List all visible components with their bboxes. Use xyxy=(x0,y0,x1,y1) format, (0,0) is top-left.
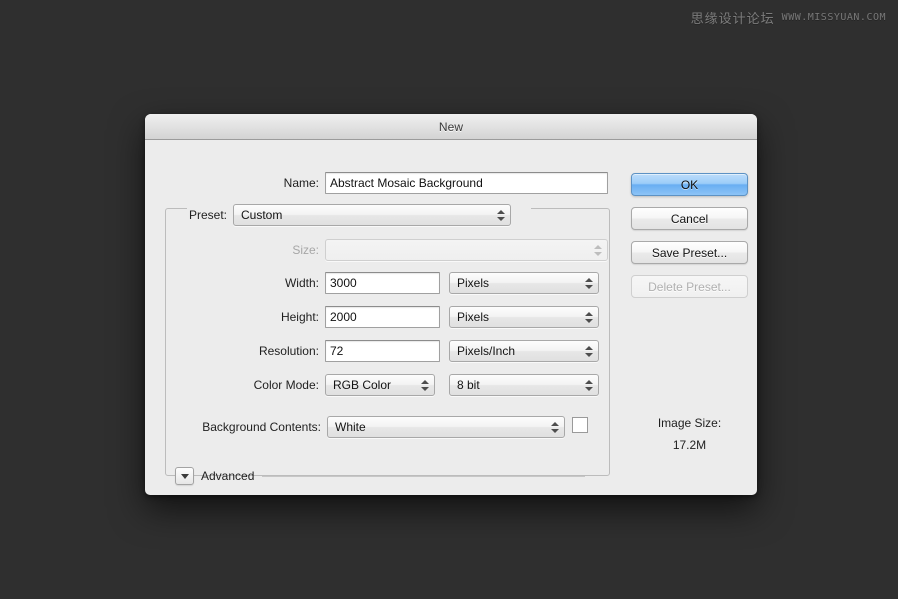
color-mode-dropdown[interactable]: RGB Color xyxy=(325,374,435,396)
resolution-input[interactable]: 72 xyxy=(325,340,440,362)
cancel-button-label: Cancel xyxy=(671,212,708,226)
width-unit-dropdown[interactable]: Pixels xyxy=(449,272,599,294)
preset-row: Preset: Custom xyxy=(185,204,608,226)
width-row: Width: 3000 Pixels xyxy=(273,272,608,294)
new-document-dialog: New Name: Abstract Mosaic Background Pre… xyxy=(145,114,757,495)
dialog-title: New xyxy=(439,120,463,134)
delete-preset-button-label: Delete Preset... xyxy=(648,280,731,294)
height-input[interactable]: 2000 xyxy=(325,306,440,328)
size-dropdown xyxy=(325,239,608,261)
stepper-arrows-icon xyxy=(584,377,593,393)
image-size-readout: Image Size: 17.2M xyxy=(631,412,748,456)
save-preset-button-label: Save Preset... xyxy=(652,246,727,260)
stepper-arrows-icon xyxy=(496,207,505,223)
resolution-unit-dropdown[interactable]: Pixels/Inch xyxy=(449,340,599,362)
height-unit-dropdown[interactable]: Pixels xyxy=(449,306,599,328)
watermark: 思缘设计论坛 WWW.MISSYUAN.COM xyxy=(691,8,886,27)
watermark-chinese-text: 思缘设计论坛 xyxy=(691,8,775,27)
background-contents-dropdown[interactable]: White xyxy=(327,416,565,438)
name-input[interactable]: Abstract Mosaic Background xyxy=(325,172,608,194)
background-contents-row: Background Contents: White xyxy=(175,416,565,438)
stepper-arrows-icon xyxy=(584,343,593,359)
background-color-swatch[interactable] xyxy=(572,417,588,433)
width-label: Width: xyxy=(273,276,319,290)
stepper-arrows-icon xyxy=(550,419,559,435)
resolution-label: Resolution: xyxy=(241,344,319,358)
height-row: Height: 2000 Pixels xyxy=(273,306,608,328)
name-row: Name: Abstract Mosaic Background xyxy=(273,172,608,194)
width-unit-value: Pixels xyxy=(457,276,489,290)
preset-dropdown[interactable]: Custom xyxy=(233,204,511,226)
size-label: Size: xyxy=(273,243,319,257)
height-unit-value: Pixels xyxy=(457,310,489,324)
color-mode-label: Color Mode: xyxy=(241,378,319,392)
color-mode-value: RGB Color xyxy=(333,378,391,392)
disclosure-triangle-icon[interactable] xyxy=(175,467,194,485)
resolution-unit-value: Pixels/Inch xyxy=(457,344,515,358)
image-size-label: Image Size: xyxy=(631,412,748,434)
ok-button-label: OK xyxy=(681,178,698,192)
advanced-divider xyxy=(262,476,585,477)
desktop-background: 思缘设计论坛 WWW.MISSYUAN.COM New Name: Abstra… xyxy=(0,0,898,599)
color-mode-row: Color Mode: RGB Color 8 bit xyxy=(241,374,608,396)
stepper-arrows-icon xyxy=(584,275,593,291)
advanced-section: Advanced xyxy=(175,467,587,485)
name-label: Name: xyxy=(273,176,319,190)
color-depth-value: 8 bit xyxy=(457,378,480,392)
dialog-body: Name: Abstract Mosaic Background Preset:… xyxy=(145,140,757,495)
width-input[interactable]: 3000 xyxy=(325,272,440,294)
ok-button[interactable]: OK xyxy=(631,173,748,196)
save-preset-button[interactable]: Save Preset... xyxy=(631,241,748,264)
size-row: Size: xyxy=(273,239,608,261)
stepper-arrows-icon xyxy=(420,377,429,393)
cancel-button[interactable]: Cancel xyxy=(631,207,748,230)
stepper-arrows-icon xyxy=(593,242,602,258)
preset-dropdown-value: Custom xyxy=(241,208,282,222)
advanced-label: Advanced xyxy=(201,469,254,483)
preset-label: Preset: xyxy=(185,208,227,222)
background-contents-value: White xyxy=(335,420,366,434)
delete-preset-button: Delete Preset... xyxy=(631,275,748,298)
color-depth-dropdown[interactable]: 8 bit xyxy=(449,374,599,396)
resolution-row: Resolution: 72 Pixels/Inch xyxy=(241,340,608,362)
dialog-titlebar[interactable]: New xyxy=(145,114,757,140)
image-size-value: 17.2M xyxy=(631,434,748,456)
background-contents-label: Background Contents: xyxy=(175,420,321,434)
height-label: Height: xyxy=(273,310,319,324)
stepper-arrows-icon xyxy=(584,309,593,325)
watermark-url-text: WWW.MISSYUAN.COM xyxy=(782,12,886,23)
